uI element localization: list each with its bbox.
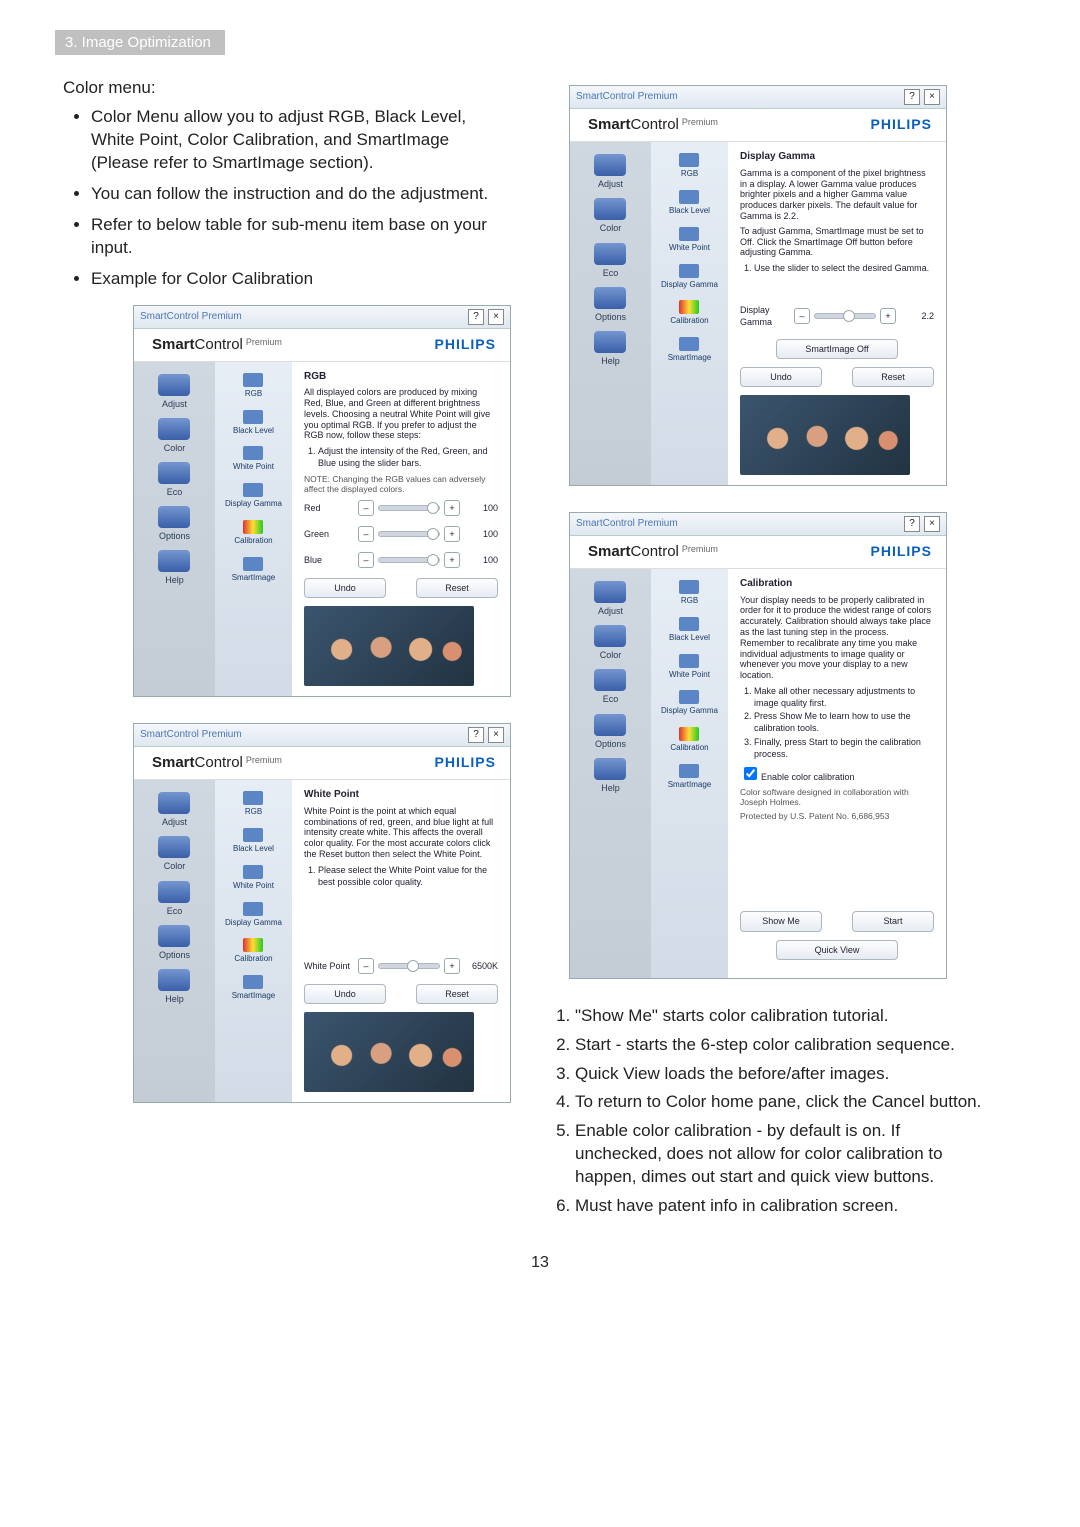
slider-gamma[interactable]: Display Gamma– +2.2: [740, 304, 934, 328]
undo-button[interactable]: Undo: [304, 578, 386, 598]
list-item: Example for Color Calibration: [91, 268, 511, 291]
list-item: Start - starts the 6-step color calibrat…: [575, 1034, 984, 1057]
preview-image: [740, 395, 910, 475]
list-item: "Show Me" starts color calibration tutor…: [575, 1005, 984, 1028]
list-item: You can follow the instruction and do th…: [91, 183, 511, 206]
section-header: 3. Image Optimization: [55, 30, 225, 55]
preview-image: [304, 1012, 474, 1092]
reset-button[interactable]: Reset: [852, 367, 934, 387]
screenshot-calibration: SmartControl Premium ?× SmartControl Pre…: [569, 512, 947, 979]
philips-logo: PHILIPS: [435, 335, 496, 354]
slider-red[interactable]: Red– +100: [304, 500, 498, 516]
undo-button[interactable]: Undo: [740, 367, 822, 387]
brand: SmartControl: [152, 335, 243, 355]
list-item: Color Menu allow you to adjust RGB, Blac…: [91, 106, 511, 175]
screenshot-white-point: SmartControl Premium ?× SmartControl Pre…: [133, 723, 511, 1103]
close-icon[interactable]: ×: [488, 309, 504, 325]
preview-image: [304, 606, 474, 686]
reset-button[interactable]: Reset: [416, 984, 498, 1004]
slider-blue[interactable]: Blue– +100: [304, 552, 498, 568]
color-menu-title: Color menu:: [63, 77, 511, 100]
numbered-list: "Show Me" starts color calibration tutor…: [539, 1005, 984, 1219]
slider-white-point[interactable]: White Point– +6500K: [304, 958, 498, 974]
undo-button[interactable]: Undo: [304, 984, 386, 1004]
list-item: Refer to below table for sub-menu item b…: [91, 214, 511, 260]
list-item: Enable color calibration - by default is…: [575, 1120, 984, 1189]
list-item: Must have patent info in calibration scr…: [575, 1195, 984, 1218]
enable-calibration-checkbox[interactable]: [744, 767, 757, 780]
window-title: SmartControl Premium: [140, 310, 468, 324]
panel-heading: RGB: [304, 370, 498, 384]
start-button[interactable]: Start: [852, 911, 934, 931]
page-number: 13: [55, 1254, 1025, 1272]
slider-green[interactable]: Green– +100: [304, 526, 498, 542]
quick-view-button[interactable]: Quick View: [776, 940, 898, 960]
list-item: Quick View loads the before/after images…: [575, 1063, 984, 1086]
screenshot-gamma: SmartControl Premium ?× SmartControl Pre…: [569, 85, 947, 486]
screenshot-rgb: SmartControl Premium ? × SmartControl Pr…: [133, 305, 511, 698]
smartimage-off-button[interactable]: SmartImage Off: [776, 339, 898, 359]
reset-button[interactable]: Reset: [416, 578, 498, 598]
show-me-button[interactable]: Show Me: [740, 911, 822, 931]
bullet-list: Color Menu allow you to adjust RGB, Blac…: [55, 106, 511, 291]
help-icon[interactable]: ?: [468, 309, 484, 325]
list-item: To return to Color home pane, click the …: [575, 1091, 984, 1114]
